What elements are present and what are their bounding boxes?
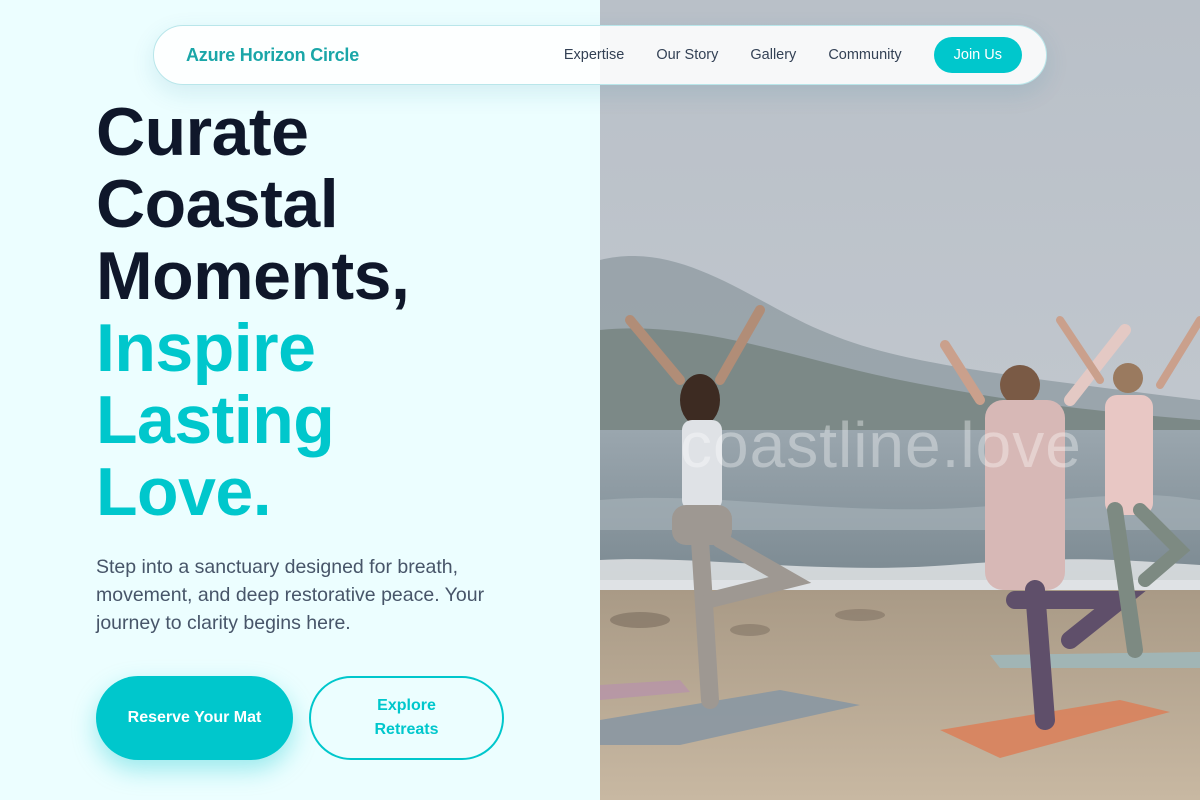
hero-title: Curate Coastal Moments, Inspire Lasting … — [96, 96, 576, 528]
nav-link-community[interactable]: Community — [828, 47, 901, 63]
hero-photo — [600, 0, 1200, 800]
nav-links: Expertise Our Story Gallery Community Jo… — [564, 37, 1022, 73]
nav-link-our-story[interactable]: Our Story — [656, 47, 718, 63]
hero-title-line-2: Coastal — [96, 166, 339, 242]
reserve-mat-button[interactable]: Reserve Your Mat — [96, 676, 293, 760]
hero-title-accent-line-3: Love. — [96, 454, 272, 530]
join-us-button[interactable]: Join Us — [933, 37, 1022, 73]
hero-title-accent-line-2: Lasting — [96, 382, 335, 458]
brand-logo[interactable]: Azure Horizon Circle — [186, 45, 359, 66]
nav-link-gallery[interactable]: Gallery — [750, 47, 796, 63]
explore-retreats-button[interactable]: Explore Retreats — [309, 676, 504, 760]
nav-link-expertise[interactable]: Expertise — [564, 47, 624, 63]
hero-subtitle: Step into a sanctuary designed for breat… — [96, 556, 485, 634]
hero-title-accent-line-1: Inspire — [96, 310, 316, 386]
top-navbar: Azure Horizon Circle Expertise Our Story… — [153, 25, 1047, 85]
hero-title-line-3: Moments, — [96, 238, 410, 314]
hero-title-line-1: Curate — [96, 94, 309, 170]
